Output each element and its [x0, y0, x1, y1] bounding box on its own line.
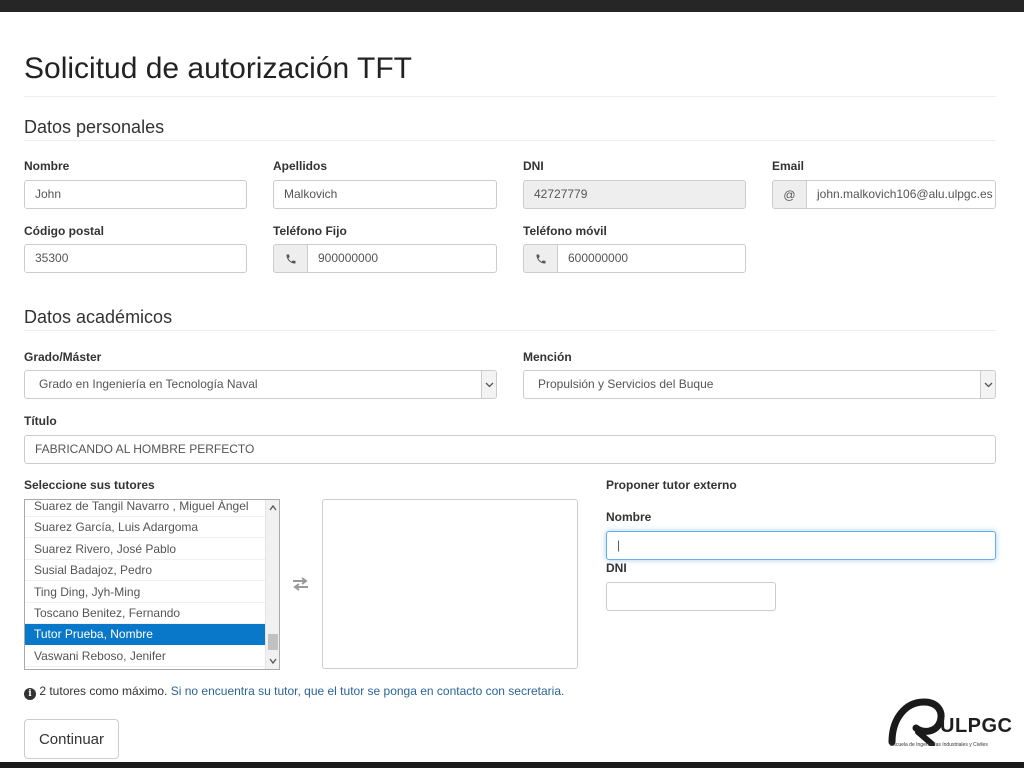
browser-top-bar — [0, 0, 1024, 12]
at-icon: @ — [772, 180, 806, 209]
scrollbar-thumb[interactable] — [268, 634, 278, 650]
external-nombre-input[interactable]: | — [606, 531, 996, 560]
tutor-option[interactable]: Vaswani Reboso, Jenifer — [25, 646, 265, 667]
personal-divider — [24, 140, 996, 141]
tutor-note-link[interactable]: Si no encuentra su tutor, que el tutor s… — [171, 684, 565, 698]
listbox-scrollbar[interactable] — [265, 500, 279, 669]
academic-divider — [24, 330, 996, 331]
personal-section-heading: Datos personales — [24, 117, 165, 137]
page-title: Solicitud de autorización TFT — [24, 52, 412, 85]
tutor-option[interactable]: Toscano Benitez, Fernando — [25, 603, 265, 624]
bottom-bar — [0, 762, 1024, 768]
title-divider — [24, 96, 996, 97]
logo-wordmark: ULPGC — [940, 715, 1013, 737]
logo-subtitle: Escuela de Ingenierías Industriales y Ci… — [890, 742, 988, 748]
external-dni-input[interactable] — [606, 582, 776, 611]
tutor-option[interactable]: Tutor Prueba, Nombre — [25, 624, 265, 646]
transfer-arrows-icon[interactable] — [291, 576, 310, 595]
tutor-option[interactable]: Suarez de Tangil Navarro , Miguel Ángel — [25, 500, 265, 517]
email-input-group: @ john.malkovich106@alu.ulpgc.es — [772, 180, 996, 209]
scroll-down-icon[interactable] — [268, 655, 278, 667]
mencion-selected-value: Propulsión y Servicios del Buque — [538, 377, 714, 391]
scroll-up-icon[interactable] — [268, 502, 278, 514]
academic-section-heading: Datos académicos — [24, 307, 173, 327]
telefono-fijo-input[interactable]: 900000000 — [307, 244, 497, 273]
telefono-movil-input[interactable]: 600000000 — [557, 244, 746, 273]
continue-button[interactable]: Continuar — [24, 719, 119, 759]
email-label: Email — [772, 159, 805, 173]
apellidos-input[interactable]: Malkovich — [273, 180, 497, 209]
titulo-label: Título — [24, 414, 57, 428]
grado-selected-value: Grado en Ingeniería en Tecnología Naval — [39, 377, 258, 391]
info-icon: i — [24, 688, 36, 700]
titulo-input[interactable]: FABRICANDO AL HOMBRE PERFECTO — [24, 435, 996, 464]
telefono-movil-group: 600000000 — [523, 244, 746, 273]
chevron-down-icon — [980, 371, 995, 398]
phone-icon — [273, 244, 307, 273]
ulpgc-logo: ULPGC Escuela de Ingenierías Industriale… — [888, 698, 1013, 754]
dni-input[interactable]: 42727779 — [523, 180, 746, 209]
mencion-label: Mención — [523, 350, 572, 364]
phone-icon — [523, 244, 557, 273]
tutor-option[interactable]: Suarez García, Luis Adargoma — [25, 517, 265, 539]
telefono-movil-label: Teléfono móvil — [523, 224, 607, 238]
email-input[interactable]: john.malkovich106@alu.ulpgc.es — [806, 180, 996, 209]
tutors-label: Seleccione sus tutores — [24, 478, 155, 492]
mencion-select[interactable]: Propulsión y Servicios del Buque — [523, 370, 996, 399]
external-nombre-label: Nombre — [606, 510, 652, 524]
telefono-fijo-group: 900000000 — [273, 244, 497, 273]
nombre-input[interactable]: John — [24, 180, 247, 209]
grado-label: Grado/Máster — [24, 350, 102, 364]
apellidos-label: Apellidos — [273, 159, 328, 173]
tutors-listbox[interactable]: Suarez de Tangil Navarro , Miguel Ángel S… — [24, 499, 280, 670]
selected-tutors-listbox[interactable] — [322, 499, 578, 669]
tutor-option[interactable]: Suarez Rivero, José Pablo — [25, 539, 265, 560]
codigo-postal-input[interactable]: 35300 — [24, 244, 247, 273]
ulpgc-emblem-icon — [888, 698, 945, 747]
codigo-postal-label: Código postal — [24, 224, 104, 238]
tutor-option[interactable]: Susial Badajoz, Pedro — [25, 560, 265, 582]
nombre-label: Nombre — [24, 159, 70, 173]
dni-label: DNI — [523, 159, 544, 173]
tutor-note: i 2 tutores como máximo. Si no encuentra… — [24, 684, 564, 700]
external-dni-label: DNI — [606, 561, 627, 575]
chevron-down-icon — [481, 371, 496, 398]
grado-select[interactable]: Grado en Ingeniería en Tecnología Naval — [24, 370, 497, 399]
external-tutor-heading: Proponer tutor externo — [606, 478, 737, 492]
telefono-fijo-label: Teléfono Fijo — [273, 224, 347, 238]
tutor-option[interactable]: Ting Ding, Jyh-Ming — [25, 582, 265, 603]
tutor-note-text: 2 tutores como máximo. — [39, 684, 168, 698]
